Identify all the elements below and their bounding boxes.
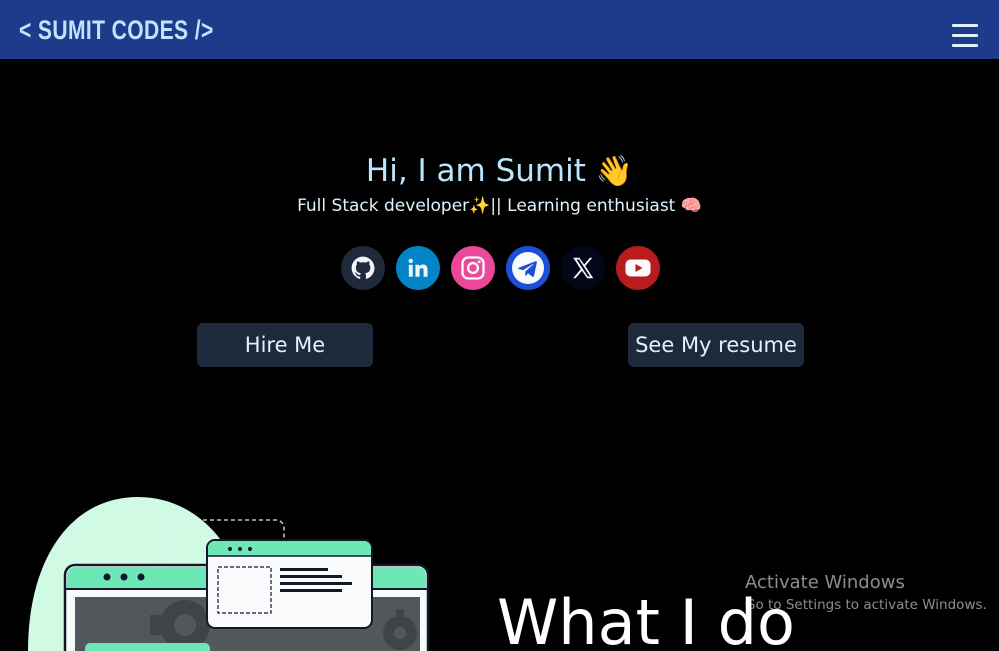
activate-windows-subtitle: Go to Settings to activate Windows. (745, 597, 987, 613)
telegram-link[interactable] (506, 246, 550, 290)
brain-icon: 🧠 (680, 196, 702, 216)
github-link[interactable] (341, 246, 385, 290)
instagram-icon (461, 256, 485, 280)
instagram-link[interactable] (451, 246, 495, 290)
tagline-interest: || Learning enthusiast (490, 196, 676, 216)
navbar: < SUMIT CODES /> (0, 0, 999, 59)
hero-greeting: Hi, I am Sumit 👋 (0, 150, 999, 193)
youtube-icon (625, 259, 651, 277)
portfolio-page: < SUMIT CODES /> Hi, I am Sumit 👋 Full S… (0, 0, 999, 651)
x-twitter-link[interactable] (561, 246, 605, 290)
web-development-illustration (28, 497, 430, 651)
linkedin-link[interactable] (396, 246, 440, 290)
x-icon (573, 257, 594, 279)
brand-logo[interactable]: < SUMIT CODES /> (19, 15, 214, 45)
see-resume-button[interactable]: See My resume (628, 323, 804, 367)
activate-windows-title: Activate Windows (745, 572, 905, 593)
github-icon (351, 256, 375, 279)
hamburger-menu-icon[interactable] (949, 22, 981, 48)
developer-illustration (0, 490, 460, 651)
telegram-icon (512, 252, 544, 284)
waving-hand-icon: 👋 (595, 154, 634, 189)
tagline-role: Full Stack developer (297, 196, 470, 216)
sparkles-icon: ✨ (469, 196, 491, 216)
activate-windows-watermark: Activate Windows Go to Settings to activ… (745, 571, 987, 615)
hero-tagline: Full Stack developer✨|| Learning enthusi… (0, 194, 999, 218)
hire-me-button[interactable]: Hire Me (197, 323, 373, 367)
social-links (341, 246, 661, 290)
linkedin-icon (408, 258, 428, 277)
youtube-link[interactable] (616, 246, 660, 290)
greeting-text: Hi, I am Sumit (365, 153, 586, 189)
